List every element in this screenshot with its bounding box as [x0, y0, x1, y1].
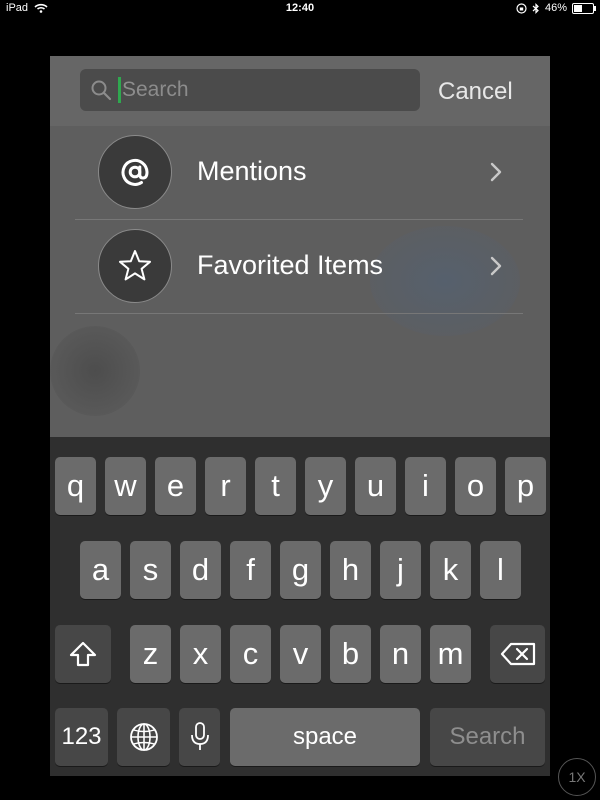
shift-icon: [69, 641, 97, 667]
search-field[interactable]: [80, 69, 420, 111]
key-b[interactable]: b: [330, 625, 371, 683]
search-key[interactable]: Search: [430, 708, 545, 766]
bluetooth-icon: [532, 2, 539, 14]
status-time: 12:40: [285, 2, 315, 14]
dictation-key[interactable]: [179, 708, 220, 766]
at-icon: [98, 135, 172, 209]
key-j[interactable]: j: [380, 541, 421, 599]
globe-key[interactable]: [117, 708, 170, 766]
key-p[interactable]: p: [505, 457, 546, 515]
key-k[interactable]: k: [430, 541, 471, 599]
search-icon: [91, 80, 112, 101]
list-item-favorited-items[interactable]: Favorited Items: [75, 220, 523, 314]
delete-key[interactable]: [490, 625, 545, 683]
key-z[interactable]: z: [130, 625, 171, 683]
key-i[interactable]: i: [405, 457, 446, 515]
key-e[interactable]: e: [155, 457, 196, 515]
key-y[interactable]: y: [305, 457, 346, 515]
key-w[interactable]: w: [105, 457, 146, 515]
key-c[interactable]: c: [230, 625, 271, 683]
key-r[interactable]: r: [205, 457, 246, 515]
text-cursor: [118, 77, 121, 103]
key-g[interactable]: g: [280, 541, 321, 599]
keyboard: q w e r t y u i o p a s d f g h j k l z …: [50, 437, 550, 776]
space-key[interactable]: space: [230, 708, 420, 766]
microphone-icon: [190, 722, 209, 750]
backspace-icon: [500, 642, 535, 666]
numbers-key[interactable]: 123: [55, 708, 108, 766]
battery-percent: 46%: [544, 2, 567, 14]
key-t[interactable]: t: [255, 457, 296, 515]
cancel-button[interactable]: Cancel: [438, 78, 513, 106]
chevron-right-icon: [490, 162, 502, 182]
key-s[interactable]: s: [130, 541, 171, 599]
key-v[interactable]: v: [280, 625, 321, 683]
key-h[interactable]: h: [330, 541, 371, 599]
battery-icon: [572, 2, 596, 14]
key-m[interactable]: m: [430, 625, 471, 683]
key-o[interactable]: o: [455, 457, 496, 515]
key-d[interactable]: d: [180, 541, 221, 599]
list-item-label: Mentions: [197, 156, 307, 186]
key-a[interactable]: a: [80, 541, 121, 599]
key-x[interactable]: x: [180, 625, 221, 683]
search-input[interactable]: [122, 78, 392, 102]
globe-icon: [129, 723, 158, 751]
key-q[interactable]: q: [55, 457, 96, 515]
list-item-label: Favorited Items: [197, 250, 384, 280]
list-item-mentions[interactable]: Mentions: [75, 126, 523, 220]
key-u[interactable]: u: [355, 457, 396, 515]
chevron-right-icon: [490, 256, 502, 276]
zoom-indicator[interactable]: 1X: [558, 758, 596, 796]
star-icon: [98, 229, 172, 303]
key-l[interactable]: l: [480, 541, 521, 599]
shift-key[interactable]: [55, 625, 111, 683]
status-bar: iPad 12:40 46%: [0, 0, 600, 18]
search-screen: Cancel Mentions Favorited Items q w e r: [50, 56, 550, 776]
orientation-lock-icon: [516, 2, 527, 14]
search-bar: Cancel: [50, 56, 550, 126]
key-n[interactable]: n: [380, 625, 421, 683]
key-f[interactable]: f: [230, 541, 271, 599]
